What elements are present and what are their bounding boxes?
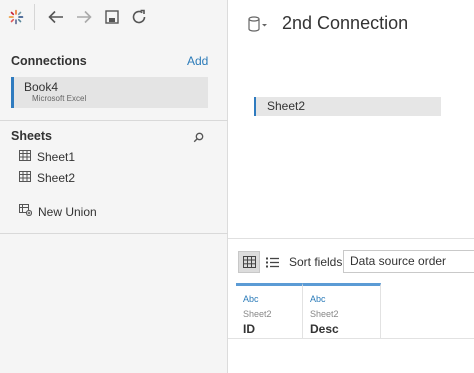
forward-arrow-icon[interactable] <box>73 6 95 28</box>
sheet-item-sheet2[interactable]: Sheet2 <box>19 169 75 187</box>
field-name: Desc <box>310 322 339 336</box>
add-connection-link[interactable]: Add <box>187 54 208 68</box>
field-source: Sheet2 <box>310 309 339 319</box>
sheet-grid-icon <box>19 148 31 166</box>
sort-fields-label: Sort fields <box>289 255 343 269</box>
sheet-grid-icon <box>19 169 31 187</box>
sheet-item-sheet1[interactable]: Sheet1 <box>19 148 75 166</box>
refresh-icon[interactable] <box>128 6 150 28</box>
canvas-table-sheet2[interactable]: Sheet2 <box>254 97 441 116</box>
search-icon[interactable] <box>193 130 204 148</box>
toolbar-divider <box>34 4 35 30</box>
sheets-title: Sheets <box>11 129 52 143</box>
back-arrow-icon[interactable] <box>45 6 67 28</box>
sheet-label: Sheet1 <box>37 150 76 164</box>
grid-bottom-border <box>228 338 474 339</box>
new-union-item[interactable]: New Union <box>19 203 97 221</box>
field-type-badge: Abc <box>310 294 326 304</box>
left-pane: Connections Add Book4 Microsoft Excel Sh… <box>0 0 228 373</box>
sheet-label: Sheet2 <box>37 171 76 185</box>
connection-title[interactable]: 2nd Connection <box>282 13 408 34</box>
field-column-desc[interactable]: Abc Sheet2 Desc <box>303 283 381 338</box>
tableau-logo-icon[interactable] <box>5 6 27 28</box>
pane-divider <box>0 233 228 234</box>
field-name: ID <box>243 322 255 336</box>
sort-fields-select[interactable]: Data source order <box>343 250 474 273</box>
list-view-icon[interactable] <box>261 251 283 273</box>
pane-divider <box>0 120 228 121</box>
field-type-badge: Abc <box>243 294 259 304</box>
data-source-page: Connections Add Book4 Microsoft Excel Sh… <box>0 0 474 373</box>
connection-name: Book4 <box>24 80 59 94</box>
new-union-label: New Union <box>38 205 97 219</box>
save-icon[interactable] <box>101 6 123 28</box>
database-icon[interactable] <box>247 15 269 40</box>
field-column-id[interactable]: Abc Sheet2 ID <box>236 283 303 338</box>
connections-title: Connections <box>11 54 87 68</box>
union-icon <box>19 203 33 221</box>
grid-toolbar: Sort fields Data source order <box>228 238 474 283</box>
connection-item[interactable]: Book4 Microsoft Excel <box>11 77 208 108</box>
field-source: Sheet2 <box>243 309 272 319</box>
toolbar <box>0 0 228 34</box>
connection-type: Microsoft Excel <box>32 94 87 103</box>
grid-view-icon[interactable] <box>238 251 260 273</box>
